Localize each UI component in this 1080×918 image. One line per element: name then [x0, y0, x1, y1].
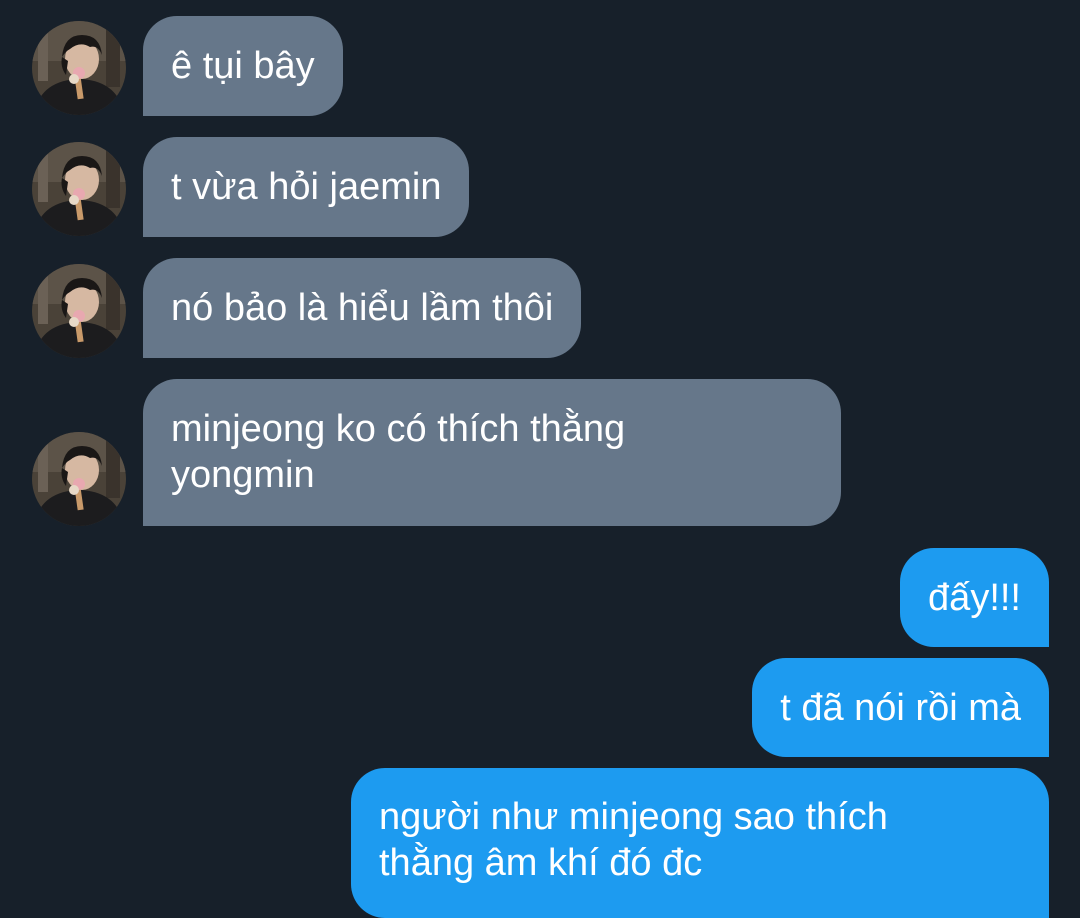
message-text: nó bảo là hiểu lầm thôi	[171, 287, 554, 329]
message-text: t vừa hỏi jaemin	[171, 166, 442, 208]
message-bubble-incoming[interactable]: ê tụi bây	[143, 16, 343, 116]
contact-avatar[interactable]	[32, 142, 126, 236]
message-text: đấy!!!	[928, 577, 1021, 619]
message-text-line: thằng âm khí đó đc	[379, 842, 703, 884]
contact-avatar[interactable]	[32, 21, 126, 115]
contact-avatar[interactable]	[32, 264, 126, 358]
conversation: ê tụi bây t vừa hỏi jaemin nó bảo là hiể…	[0, 0, 1080, 918]
message-bubble-incoming[interactable]: nó bảo là hiểu lầm thôi	[143, 258, 582, 358]
message-text: ê tụi bây	[171, 45, 315, 87]
message-text-line: minjeong ko có thích thằng	[171, 408, 626, 450]
message-bubble-incoming[interactable]: minjeong ko có thích thằng yongmin	[143, 379, 841, 526]
contact-avatar[interactable]	[32, 432, 126, 526]
message-bubble-outgoing[interactable]: người như minjeong sao thích thằng âm kh…	[351, 768, 1049, 918]
message-bubble-outgoing[interactable]: đấy!!!	[900, 548, 1049, 647]
message-text-line: yongmin	[171, 454, 315, 496]
message-bubble-incoming[interactable]: t vừa hỏi jaemin	[143, 137, 470, 237]
message-bubble-outgoing[interactable]: t đã nói rồi mà	[752, 658, 1049, 757]
message-text-line: người như minjeong sao thích	[379, 796, 888, 838]
message-text: t đã nói rồi mà	[780, 687, 1021, 729]
